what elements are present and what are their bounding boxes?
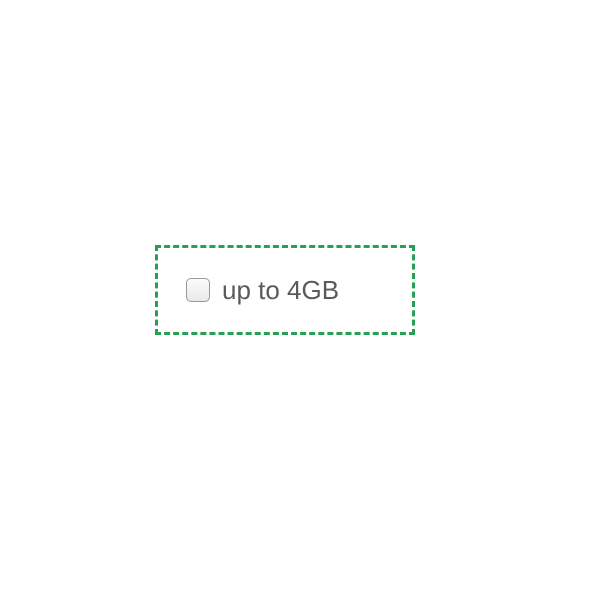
storage-option-label[interactable]: up to 4GB bbox=[222, 275, 339, 306]
storage-option-checkbox[interactable] bbox=[186, 278, 210, 302]
storage-option-box: up to 4GB bbox=[155, 245, 415, 335]
